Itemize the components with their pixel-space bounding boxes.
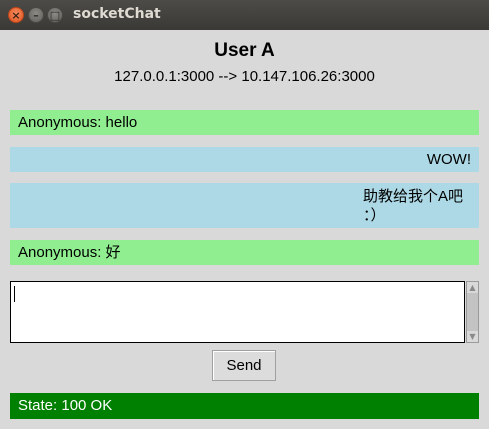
- close-icon[interactable]: ×: [8, 7, 24, 23]
- message-received: Anonymous: 好: [10, 240, 479, 265]
- message-sent: 助教给我个A吧 ：）: [10, 183, 479, 228]
- user-title: User A: [214, 40, 275, 61]
- title-bar[interactable]: × – □ socketChat: [0, 0, 489, 30]
- send-button[interactable]: Send: [212, 350, 276, 381]
- scroll-up-icon[interactable]: ▲: [467, 282, 478, 293]
- input-scrollbar[interactable]: ▲ ▼: [466, 281, 479, 343]
- message-received: Anonymous: hello: [10, 110, 479, 135]
- chat-window: × – □ socketChat User A 127.0.0.1:3000 -…: [0, 0, 489, 429]
- text-caret: [14, 286, 15, 302]
- message-sent: WOW!: [10, 147, 479, 172]
- message-input[interactable]: [10, 281, 465, 343]
- maximize-icon[interactable]: □: [47, 7, 63, 23]
- message-input-area: ▲ ▼: [10, 281, 479, 343]
- connection-label: 127.0.0.1:3000 --> 10.147.106.26:3000: [114, 68, 375, 85]
- status-bar: State: 100 OK: [10, 393, 479, 419]
- message-text: 助教给我个A吧 ：）: [363, 188, 464, 224]
- window-title: socketChat: [73, 6, 161, 22]
- minimize-icon[interactable]: –: [28, 7, 44, 23]
- scroll-down-icon[interactable]: ▼: [467, 331, 478, 342]
